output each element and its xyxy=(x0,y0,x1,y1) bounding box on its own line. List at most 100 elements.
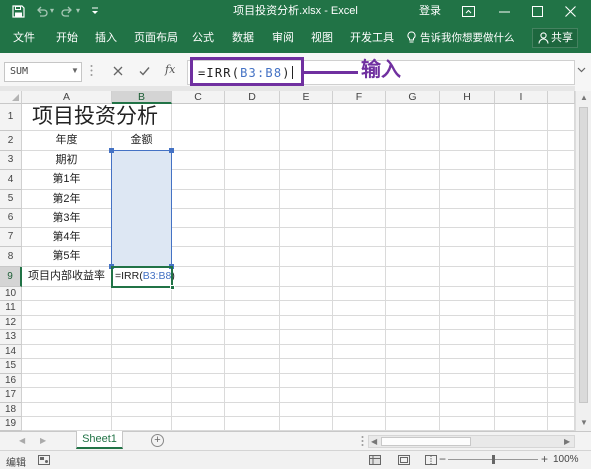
cell-A1[interactable]: 项目投资分析 xyxy=(22,104,158,131)
ribbon-display-options-icon[interactable] xyxy=(462,6,475,17)
close-icon[interactable] xyxy=(565,6,576,17)
zoom-out-icon[interactable]: − xyxy=(439,452,446,466)
cell-F11[interactable] xyxy=(333,301,386,316)
cell-E17[interactable] xyxy=(280,388,333,403)
cell-F17[interactable] xyxy=(333,388,386,403)
cell-E1[interactable] xyxy=(280,104,333,131)
vertical-scrollbar[interactable]: ▲ ▼ xyxy=(575,91,591,431)
cell-E6[interactable] xyxy=(280,209,333,228)
cell-partial-column-14[interactable] xyxy=(548,345,575,359)
cell-H17[interactable] xyxy=(440,388,495,403)
cell-E3[interactable] xyxy=(280,151,333,170)
zoom-slider-thumb[interactable] xyxy=(492,455,495,464)
cell-G7[interactable] xyxy=(386,228,440,247)
enter-check-icon[interactable] xyxy=(139,66,150,76)
share-button[interactable]: 共享 xyxy=(532,28,578,48)
cell-C1[interactable] xyxy=(172,104,225,131)
cell-C15[interactable] xyxy=(172,359,225,374)
next-sheet-icon[interactable]: ▶ xyxy=(40,436,46,446)
cell-partial-column-4[interactable] xyxy=(548,170,575,190)
cell-B10[interactable] xyxy=(112,287,172,301)
cell-D18[interactable] xyxy=(225,403,280,417)
cell-partial-column-15[interactable] xyxy=(548,359,575,374)
cell-G17[interactable] xyxy=(386,388,440,403)
cell-partial-column-1[interactable] xyxy=(548,104,575,131)
cell-E2[interactable] xyxy=(280,131,333,151)
cell-F5[interactable] xyxy=(333,190,386,209)
scroll-down-icon[interactable]: ▼ xyxy=(580,418,588,428)
cell-I3[interactable] xyxy=(495,151,548,170)
cell-partial-column-3[interactable] xyxy=(548,151,575,170)
cell-E12[interactable] xyxy=(280,316,333,330)
cell-H11[interactable] xyxy=(440,301,495,316)
range-resize-handle[interactable] xyxy=(109,148,114,153)
row-header-8[interactable]: 8 xyxy=(0,247,22,267)
cell-F15[interactable] xyxy=(333,359,386,374)
cell-C4[interactable] xyxy=(172,170,225,190)
cell-B13[interactable] xyxy=(112,330,172,345)
scroll-up-icon[interactable]: ▲ xyxy=(580,93,588,103)
cell-D5[interactable] xyxy=(225,190,280,209)
name-box[interactable]: SUM ▼ xyxy=(4,62,82,82)
cell-D11[interactable] xyxy=(225,301,280,316)
cell-D12[interactable] xyxy=(225,316,280,330)
expand-formula-bar-icon[interactable] xyxy=(577,67,586,73)
column-header-partial[interactable] xyxy=(548,91,575,104)
cell-F12[interactable] xyxy=(333,316,386,330)
cell-H14[interactable] xyxy=(440,345,495,359)
cell-A11[interactable] xyxy=(22,301,112,316)
cell-A4[interactable]: 第1年 xyxy=(22,170,112,190)
add-sheet-icon[interactable]: + xyxy=(151,434,164,447)
cell-I12[interactable] xyxy=(495,316,548,330)
cell-H8[interactable] xyxy=(440,247,495,267)
cell-E8[interactable] xyxy=(280,247,333,267)
column-header-G[interactable]: G xyxy=(386,91,440,104)
range-resize-handle[interactable] xyxy=(169,148,174,153)
cell-B19[interactable] xyxy=(112,417,172,431)
cell-C2[interactable] xyxy=(172,131,225,151)
cell-B12[interactable] xyxy=(112,316,172,330)
column-header-E[interactable]: E xyxy=(280,91,333,104)
zoom-slider[interactable] xyxy=(448,455,538,464)
row-header-11[interactable]: 11 xyxy=(0,301,22,316)
cell-E5[interactable] xyxy=(280,190,333,209)
tab-review[interactable]: 审阅 xyxy=(272,31,294,45)
cell-I9[interactable] xyxy=(495,267,548,287)
cell-F6[interactable] xyxy=(333,209,386,228)
cell-F9[interactable] xyxy=(333,267,386,287)
tab-page-layout[interactable]: 页面布局 xyxy=(134,31,178,45)
cell-D7[interactable] xyxy=(225,228,280,247)
cell-G19[interactable] xyxy=(386,417,440,431)
undo-dropdown-icon[interactable]: ▾ xyxy=(50,6,54,15)
cell-A12[interactable] xyxy=(22,316,112,330)
cell-partial-column-6[interactable] xyxy=(548,209,575,228)
cell-F1[interactable] xyxy=(333,104,386,131)
cell-B18[interactable] xyxy=(112,403,172,417)
cell-A15[interactable] xyxy=(22,359,112,374)
cell-G11[interactable] xyxy=(386,301,440,316)
cell-D17[interactable] xyxy=(225,388,280,403)
cell-I6[interactable] xyxy=(495,209,548,228)
cell-D2[interactable] xyxy=(225,131,280,151)
cell-A9[interactable]: 项目内部收益率 xyxy=(22,267,112,287)
tab-formulas[interactable]: 公式 xyxy=(192,31,214,45)
cell-E14[interactable] xyxy=(280,345,333,359)
cell-F14[interactable] xyxy=(333,345,386,359)
cell-partial-column-18[interactable] xyxy=(548,403,575,417)
cell-G14[interactable] xyxy=(386,345,440,359)
cell-G1[interactable] xyxy=(386,104,440,131)
cell-C10[interactable] xyxy=(172,287,225,301)
cell-F8[interactable] xyxy=(333,247,386,267)
cell-D13[interactable] xyxy=(225,330,280,345)
cell-A6[interactable]: 第3年 xyxy=(22,209,112,228)
cell-I5[interactable] xyxy=(495,190,548,209)
cell-E9[interactable] xyxy=(280,267,333,287)
insert-function-button[interactable]: fx xyxy=(165,63,175,76)
cell-I15[interactable] xyxy=(495,359,548,374)
worksheet-grid[interactable]: ABCDEFGHI1项目投资分析2年度金额3期初¥-500,0004第1年¥90… xyxy=(0,91,575,431)
column-header-C[interactable]: C xyxy=(172,91,225,104)
cell-A19[interactable] xyxy=(22,417,112,431)
cell-H9[interactable] xyxy=(440,267,495,287)
cell-F10[interactable] xyxy=(333,287,386,301)
cell-B11[interactable] xyxy=(112,301,172,316)
